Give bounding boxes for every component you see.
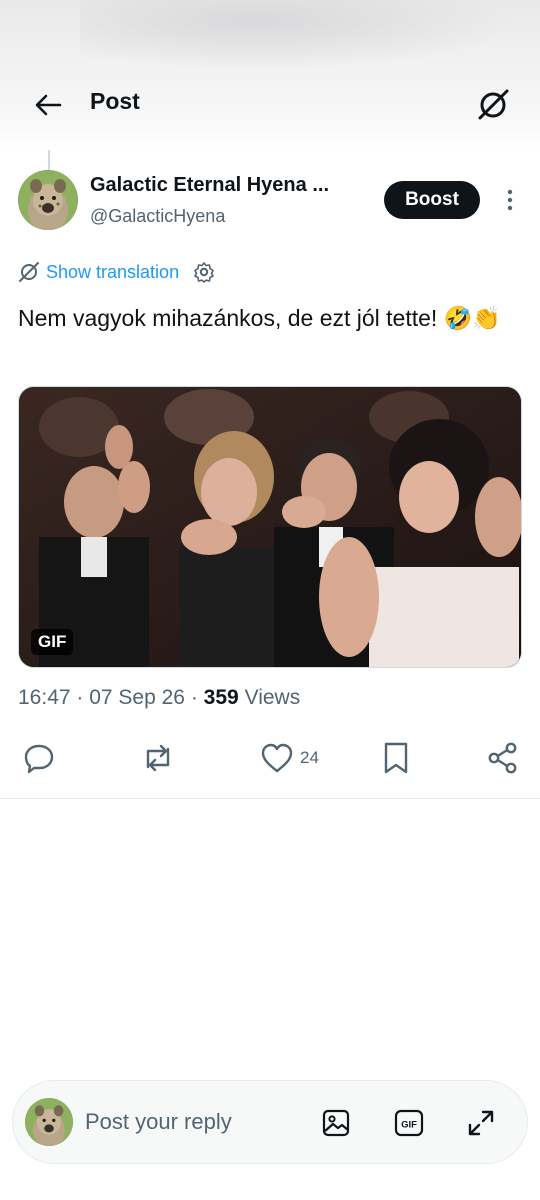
hyena-avatar-image [18,170,78,230]
repost-button[interactable] [140,738,176,778]
gif-badge: GIF [31,629,74,655]
reply-icon [24,744,54,774]
author-handle[interactable]: @GalacticHyena [90,206,225,227]
translation-settings-button[interactable] [193,261,215,283]
hyena-avatar-image [25,1098,73,1146]
repost-icon [146,744,170,772]
boost-button[interactable]: Boost [384,181,480,219]
bookmark-button[interactable] [380,738,412,778]
share-button[interactable] [486,738,520,778]
reply-composer[interactable]: Post your reply GIF [12,1080,528,1164]
image-icon [322,1109,350,1137]
grok-icon [478,89,509,120]
add-gif-button[interactable]: GIF [391,1105,427,1141]
top-bar: Post [0,70,540,140]
back-arrow-icon [35,94,62,116]
expand-icon [468,1110,494,1136]
page-title: Post [90,88,140,114]
views-count: 359 [203,686,239,709]
section-divider [0,798,540,799]
author-display-name[interactable]: Galactic Eternal Hyena ... [90,174,329,197]
reply-button[interactable] [22,738,56,778]
bookmark-icon [384,742,408,774]
current-user-avatar [25,1098,73,1146]
post-body-text: Nem vagyok mihazánkos, de ezt jól tette!… [18,305,501,331]
post-media-gif[interactable]: GIF [18,386,522,668]
meta-separator: · [76,686,90,709]
post-date: 07 Sep 26 [89,686,185,709]
avatar[interactable] [18,170,78,230]
more-options-button[interactable] [498,186,522,214]
thread-connector-line [48,150,50,172]
translation-row: Show translation [18,260,215,284]
more-vertical-icon [507,189,513,211]
expand-composer-button[interactable] [463,1105,499,1141]
action-bar: 24 [0,738,540,778]
gear-icon [194,262,214,283]
meta-separator: · [190,686,204,709]
like-button[interactable]: 24 [260,738,319,778]
like-count: 24 [300,748,319,767]
share-icon [488,742,517,774]
views-label: Views [244,686,301,709]
svg-text:GIF: GIF [401,1120,417,1131]
heart-icon [261,743,293,773]
grok-button[interactable] [474,86,512,124]
add-image-button[interactable] [318,1105,354,1141]
back-button[interactable] [30,90,66,120]
post-time: 16:47 [18,686,71,709]
gif-icon: GIF [394,1109,424,1137]
show-translation-link[interactable]: Show translation [46,262,179,283]
applause-gif-image [19,387,521,667]
translate-icon [19,262,39,282]
post-metadata: 16:47 · 07 Sep 26 · 359 Views [18,686,300,710]
reply-input[interactable]: Post your reply [85,1109,232,1135]
